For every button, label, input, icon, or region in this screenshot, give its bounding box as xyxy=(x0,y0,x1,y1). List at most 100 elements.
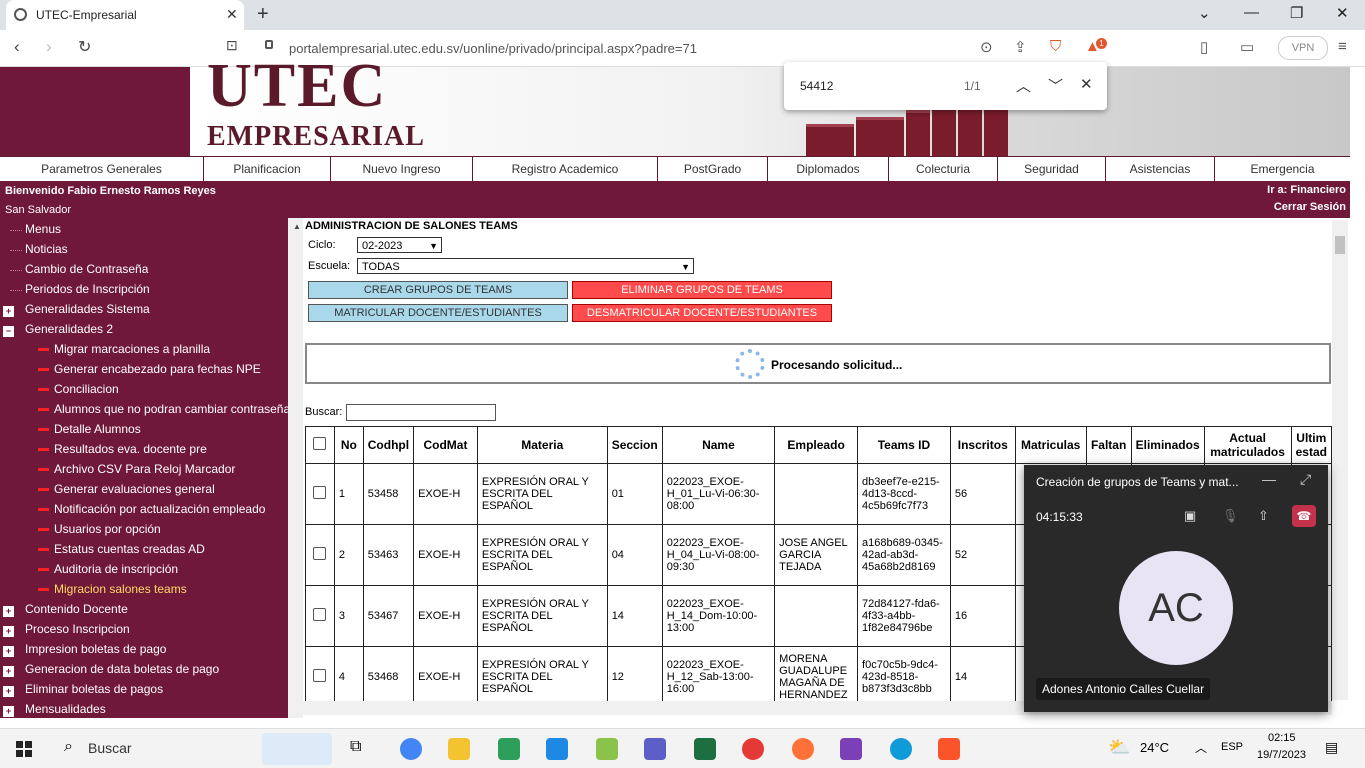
app-purple-icon[interactable] xyxy=(840,738,862,760)
header-codmat[interactable]: CodMat xyxy=(413,426,478,464)
menu-nuevo-ingreso[interactable]: Nuevo Ingreso xyxy=(331,157,473,181)
back-icon[interactable]: ‹ xyxy=(14,37,20,57)
sidebar-item[interactable]: Generacion de data boletas de pago xyxy=(25,662,219,676)
firefox-icon[interactable] xyxy=(792,738,814,760)
expand-icon[interactable]: + xyxy=(3,306,14,317)
chrome-icon[interactable] xyxy=(400,738,422,760)
taskbar-search[interactable]: ⌕ Buscar xyxy=(52,729,252,768)
minimize-icon[interactable]: — xyxy=(1262,471,1276,487)
sidebar-item[interactable]: Usuarios por opción xyxy=(54,522,161,536)
teams-icon[interactable] xyxy=(644,738,666,760)
zoom-icon[interactable]: ⊙ xyxy=(980,38,993,56)
hang-up-button[interactable]: ☎ xyxy=(1292,505,1316,527)
minimize-button[interactable]: — xyxy=(1244,4,1259,21)
reload-icon[interactable]: ↻ xyxy=(78,37,91,57)
sidebar-item[interactable]: Migrar marcaciones a planilla xyxy=(54,342,210,356)
header-name[interactable]: Name xyxy=(661,426,776,464)
menu-diplomados[interactable]: Diplomados xyxy=(768,157,889,181)
row-select-cell[interactable] xyxy=(305,585,335,647)
sidebar-item[interactable]: Periodos de Inscripción xyxy=(25,282,150,296)
brave-shield-icon[interactable]: ⛉ xyxy=(1050,38,1061,55)
browser-tab[interactable]: UTEC-Empresarial ✕ xyxy=(6,0,244,30)
eliminar-grupos-button[interactable]: ELIMINAR GRUPOS DE TEAMS xyxy=(572,281,832,299)
sidebar-item[interactable]: Archivo CSV Para Reloj Marcador xyxy=(54,462,235,476)
header-teams-id[interactable]: Teams ID xyxy=(857,426,951,464)
camera-off-icon[interactable]: ▣ xyxy=(1184,508,1196,524)
windows-start-icon[interactable] xyxy=(16,741,32,757)
edge-icon[interactable] xyxy=(890,738,912,760)
new-tab-button[interactable]: + xyxy=(257,3,269,26)
sidebar-item[interactable]: Noticias xyxy=(25,242,68,256)
sidebar-item[interactable]: Alumnos que no podran cambiar contraseña xyxy=(54,402,288,416)
row-select-cell[interactable] xyxy=(305,646,335,701)
row-select-cell[interactable] xyxy=(305,524,335,586)
expand-icon[interactable]: + xyxy=(3,666,14,677)
sidebar-item[interactable]: Migracion salones teams xyxy=(54,582,187,596)
notifications-icon[interactable]: ▤ xyxy=(1325,739,1338,756)
goto-financiero-link[interactable]: Ir a: Financiero xyxy=(1267,184,1346,196)
sidebar-item[interactable]: Mensualidades xyxy=(25,702,106,716)
row-checkbox[interactable] xyxy=(313,486,327,499)
menu-icon[interactable]: ≡ xyxy=(1338,38,1347,55)
row-checkbox[interactable] xyxy=(313,547,327,560)
teams-call-popup[interactable]: Creación de grupos de Teams y mat... — ⤢… xyxy=(1024,465,1328,712)
widgets-icon[interactable] xyxy=(262,733,332,765)
menu-colecturia[interactable]: Colecturia xyxy=(889,157,998,181)
mic-off-icon[interactable]: 🎙 xyxy=(1222,508,1239,524)
escuela-select[interactable]: TODAS ▼ xyxy=(357,258,694,274)
crear-grupos-button[interactable]: CREAR GRUPOS DE TEAMS xyxy=(308,281,568,299)
row-checkbox[interactable] xyxy=(313,608,327,621)
sidebar-item[interactable]: Generalidades Sistema xyxy=(25,302,150,316)
restore-button[interactable]: ❐ xyxy=(1290,4,1303,22)
menu-asistencias[interactable]: Asistencias xyxy=(1106,157,1215,181)
weather-icon[interactable]: ⛅ xyxy=(1108,737,1130,758)
logout-link[interactable]: Cerrar Sesión xyxy=(1274,201,1346,213)
menu-registro-academico[interactable]: Registro Academico xyxy=(473,157,658,181)
matricular-button[interactable]: MATRICULAR DOCENTE/ESTUDIANTES xyxy=(308,304,568,322)
menu-planificacion[interactable]: Planificacion xyxy=(204,157,331,181)
menu-postgrado[interactable]: PostGrado xyxy=(658,157,768,181)
sidebar-item[interactable]: Proceso Inscripcion xyxy=(25,622,130,636)
sidebar-item[interactable]: Generar encabezado para fechas NPE xyxy=(54,362,261,376)
sidebar-item[interactable]: Resultados eva. docente pre xyxy=(54,442,207,456)
right-scrollbar[interactable] xyxy=(1332,220,1348,700)
header-seccion[interactable]: Seccion xyxy=(606,426,663,464)
notes-icon[interactable] xyxy=(596,738,618,760)
vscode-icon[interactable] xyxy=(546,738,568,760)
sidebar-item[interactable]: Impresion boletas de pago xyxy=(25,642,166,656)
sidebar-icon[interactable]: ▯ xyxy=(1200,38,1208,56)
find-previous-icon[interactable]: ︿ xyxy=(1016,75,1031,96)
scroll-thumb[interactable] xyxy=(1335,236,1345,254)
sidebar-item[interactable]: Conciliacion xyxy=(54,382,119,396)
header-no[interactable]: No xyxy=(333,426,364,464)
select-all-header[interactable] xyxy=(305,426,335,464)
file-explorer-icon[interactable] xyxy=(448,738,470,760)
expand-icon[interactable]: ⤢ xyxy=(1300,471,1311,488)
find-close-icon[interactable]: ✕ xyxy=(1080,75,1093,93)
row-checkbox[interactable] xyxy=(313,669,327,682)
menu-parametros-generales[interactable]: Parametros Generales xyxy=(0,157,204,181)
vpn-button[interactable]: VPN xyxy=(1278,36,1328,60)
row-select-cell[interactable] xyxy=(305,463,335,525)
tray-chevron-icon[interactable]: ︿ xyxy=(1195,739,1207,756)
menu-seguridad[interactable]: Seguridad xyxy=(998,157,1106,181)
header-inscritos[interactable]: Inscritos xyxy=(949,426,1016,464)
menu-emergencia[interactable]: Emergencia xyxy=(1215,157,1350,181)
header-matriculas[interactable]: Matriculas xyxy=(1014,426,1087,464)
header-actual-matriculados[interactable]: Actual matriculados xyxy=(1203,426,1292,464)
expand-icon[interactable]: + xyxy=(3,706,14,717)
sidebar-item[interactable]: Contenido Docente xyxy=(25,602,128,616)
app-icon[interactable] xyxy=(498,738,520,760)
sidebar-item[interactable]: Menus xyxy=(25,222,61,236)
collapse-icon[interactable]: − xyxy=(3,326,14,337)
sidebar-item[interactable]: Generar evaluaciones general xyxy=(54,482,215,496)
sidebar-item[interactable]: Eliminar boletas de pagos xyxy=(25,682,163,696)
header-empleado[interactable]: Empleado xyxy=(774,426,859,464)
expand-icon[interactable]: + xyxy=(3,626,14,637)
brave-icon[interactable] xyxy=(938,738,960,760)
sidebar-item[interactable]: Generalidades 2 xyxy=(25,322,113,336)
collapse-arrow-icon[interactable]: ▲ xyxy=(293,222,301,231)
select-all-checkbox[interactable] xyxy=(313,437,327,450)
task-view-icon[interactable]: ⧉ xyxy=(350,738,372,760)
find-next-icon[interactable]: ﹀ xyxy=(1048,75,1063,96)
